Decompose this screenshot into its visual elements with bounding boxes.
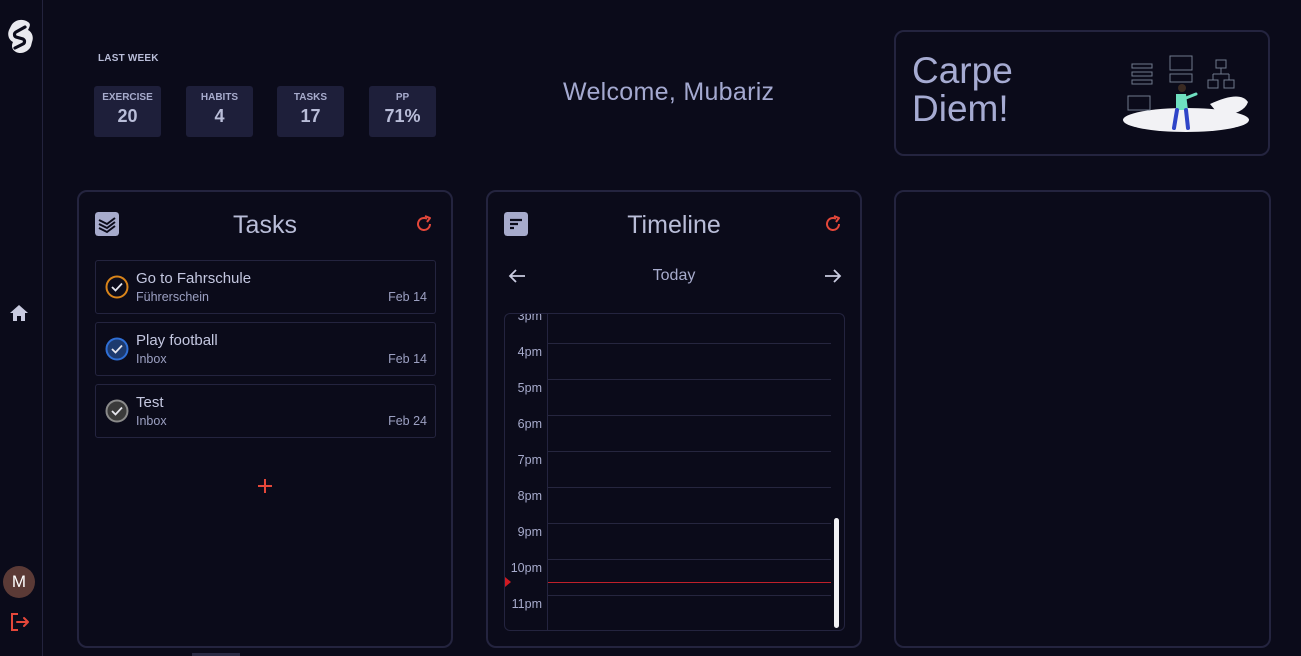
timeline-hour-label: 6pm	[517, 417, 542, 431]
task-item[interactable]: Play football Inbox Feb 14	[95, 322, 436, 376]
plus-icon[interactable]	[255, 476, 275, 496]
stat-pp: PP 71%	[369, 86, 436, 137]
panel-title: Tasks	[233, 211, 297, 239]
stat-habits: HABITS 4	[186, 86, 253, 137]
arrow-right-icon[interactable]	[823, 268, 843, 284]
task-title: Play football	[136, 332, 218, 349]
current-time-marker	[505, 577, 511, 587]
timeline-scrollbar[interactable]	[834, 518, 839, 628]
timeline-hour-label: 9pm	[517, 525, 542, 539]
timeline-hour-label: 11pm	[511, 597, 542, 611]
stat-exercise: EXERCISE 20	[94, 86, 161, 137]
logout-icon[interactable]	[9, 611, 31, 633]
timeline-hour-label: 7pm	[517, 453, 542, 467]
refresh-icon[interactable]	[414, 214, 434, 234]
avatar[interactable]: M	[3, 566, 35, 598]
timeline-panel: Timeline Today 3pm 4pm 5pm 6pm 7pm 8pm 9…	[486, 190, 862, 648]
task-item[interactable]: Test Inbox Feb 24	[95, 384, 436, 438]
task-project: Führerschein	[136, 290, 209, 304]
timeline-hour-line	[548, 523, 831, 524]
task-title: Go to Fahrschule	[136, 270, 252, 287]
check-circle-icon[interactable]	[105, 337, 129, 361]
task-date: Feb 14	[388, 290, 427, 304]
stat-tasks: TASKS 17	[277, 86, 344, 137]
stat-value: 17	[300, 106, 321, 126]
timeline-day: Today	[652, 267, 696, 284]
task-project: Inbox	[136, 414, 167, 428]
tasks-panel: Tasks Go to Fahrschule Führerschein Feb …	[77, 190, 453, 648]
timeline-hour-line	[548, 559, 831, 560]
stat-value: 4	[214, 106, 225, 126]
check-circle-icon[interactable]	[105, 275, 129, 299]
timeline-hour-label: 5pm	[517, 381, 542, 395]
illustration-icon	[1123, 55, 1249, 132]
quote-card: Carpe Diem!	[894, 30, 1270, 156]
refresh-icon[interactable]	[823, 214, 843, 234]
timeline-gutter	[505, 314, 548, 630]
welcome-message: Welcome, Mubariz	[563, 78, 775, 106]
stat-value: 20	[117, 106, 138, 126]
timeline-hour-line	[548, 595, 831, 596]
stat-label: EXERCISE	[102, 92, 153, 103]
task-title: Test	[136, 394, 164, 411]
stat-label: HABITS	[200, 92, 239, 103]
panel-title: Timeline	[627, 211, 721, 239]
quote-text: Carpe Diem!	[912, 52, 1072, 128]
timeline-hour-line	[548, 415, 831, 416]
timeline-hour-line	[548, 451, 831, 452]
check-circle-icon[interactable]	[105, 399, 129, 423]
stats-heading: LAST WEEK	[98, 53, 159, 64]
timeline-hour-line	[548, 343, 831, 344]
task-date: Feb 24	[388, 414, 427, 428]
timeline-grid[interactable]: 3pm 4pm 5pm 6pm 7pm 8pm 9pm 10pm 11pm	[504, 313, 845, 631]
task-date: Feb 14	[388, 352, 427, 366]
task-project: Inbox	[136, 352, 167, 366]
sidebar: M	[0, 0, 43, 656]
stat-label: TASKS	[293, 92, 328, 103]
timeline-hour-line	[548, 487, 831, 488]
stat-label: PP	[395, 92, 410, 103]
timeline-hour-label: 8pm	[517, 489, 542, 503]
quote-line: Carpe	[912, 50, 1013, 91]
timeline-hour-label: 10pm	[510, 561, 542, 575]
quote-line: Diem!	[912, 88, 1009, 129]
svelte-logo-icon[interactable]	[4, 18, 36, 54]
empty-panel	[894, 190, 1271, 648]
stat-value: 71%	[384, 106, 421, 126]
task-item[interactable]: Go to Fahrschule Führerschein Feb 14	[95, 260, 436, 314]
timeline-hour-line	[548, 379, 831, 380]
timeline-hour-label: 4pm	[517, 345, 542, 359]
current-time-line	[548, 582, 831, 583]
timeline-hour-label: 3pm	[517, 313, 542, 323]
home-icon[interactable]	[9, 303, 29, 323]
